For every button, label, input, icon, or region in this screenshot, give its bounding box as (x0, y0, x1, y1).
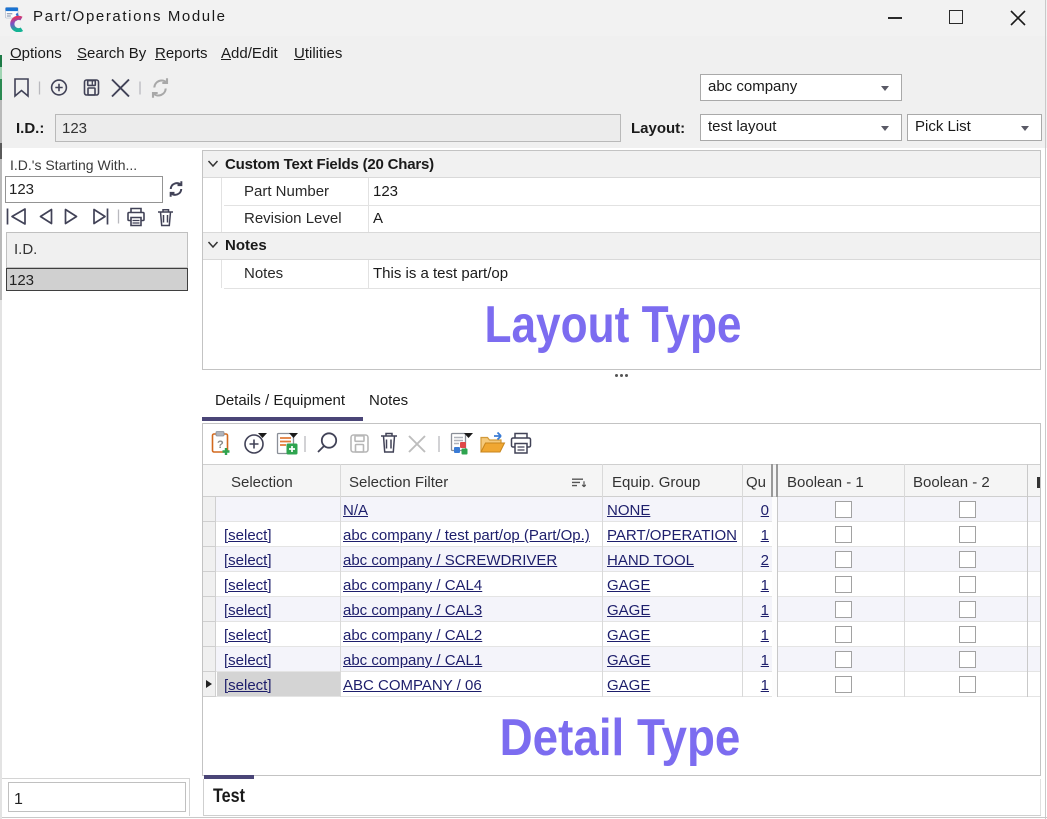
svg-text:?: ? (217, 439, 224, 451)
